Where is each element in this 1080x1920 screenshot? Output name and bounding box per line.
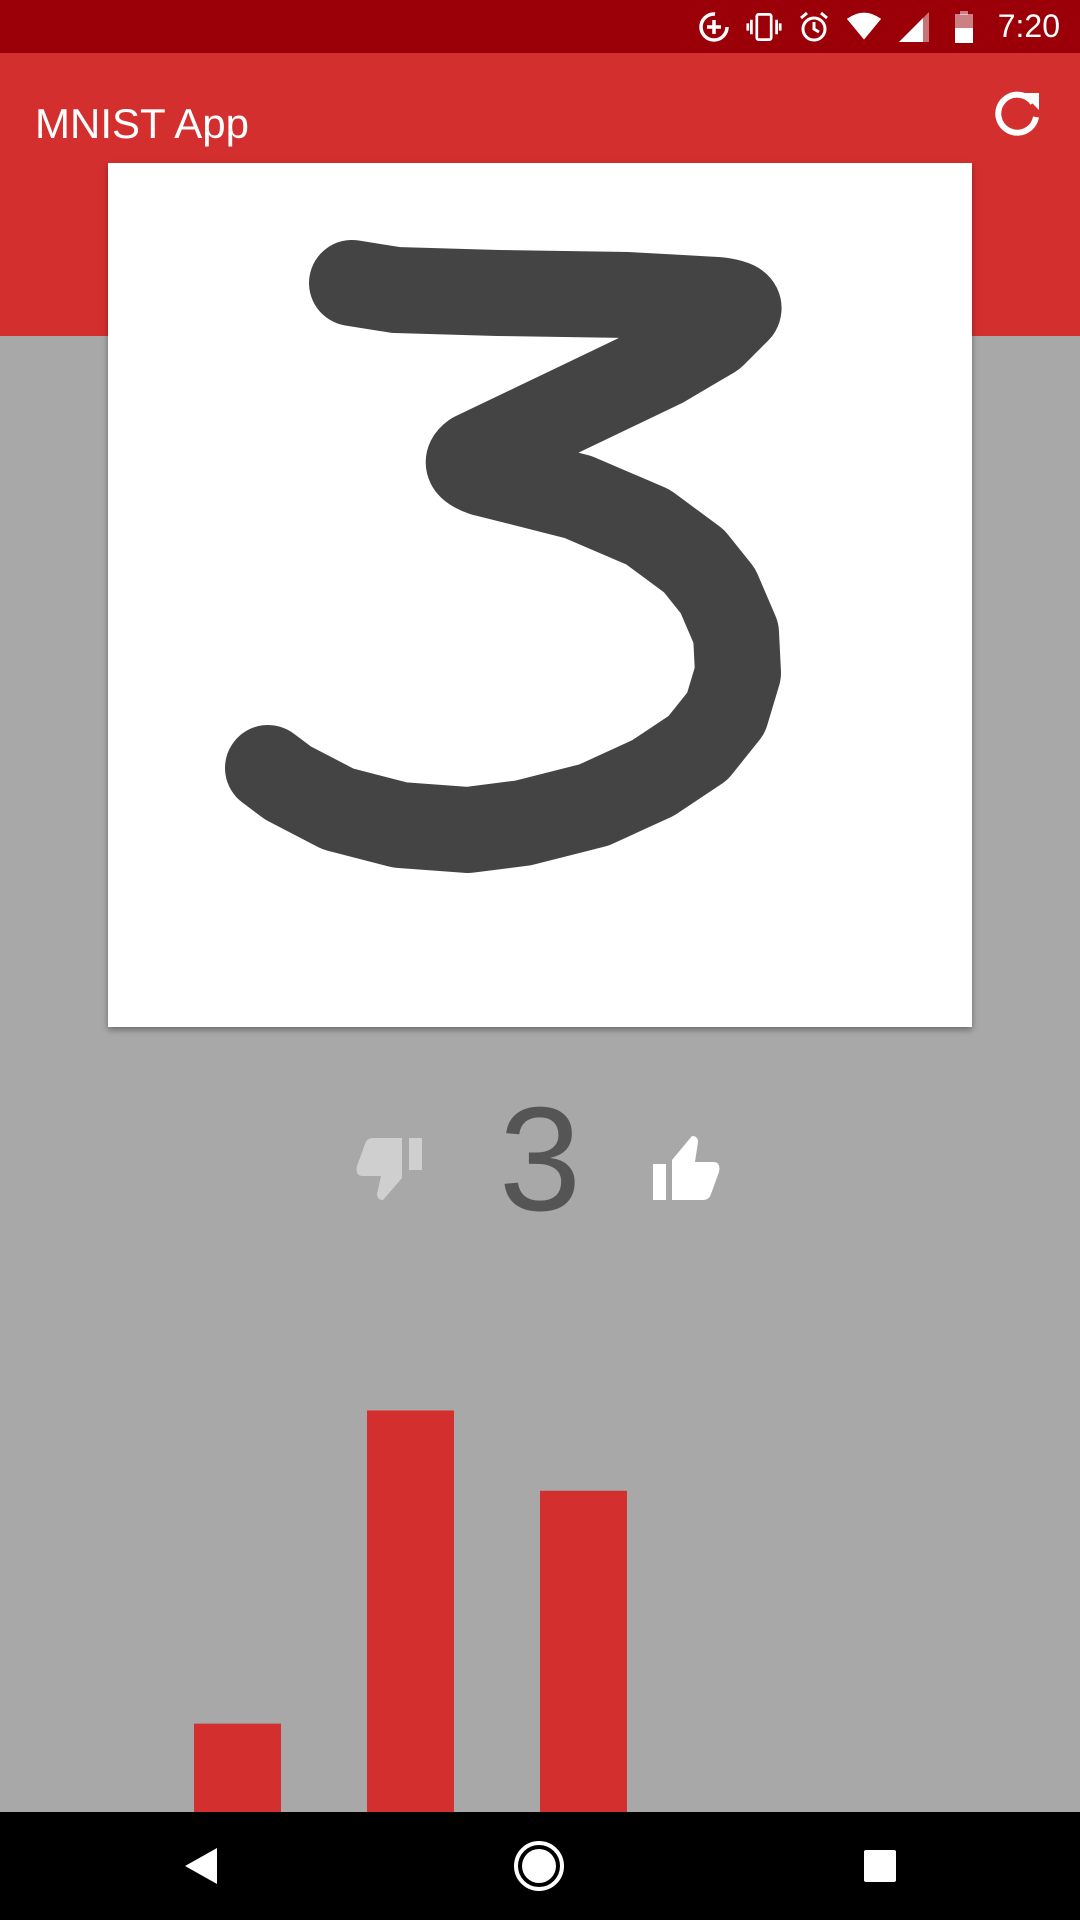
recents-icon	[864, 1850, 896, 1882]
predicted-digit: 3	[498, 1077, 582, 1242]
thumb-up-icon	[653, 1136, 720, 1200]
status-bar: 7:20	[0, 0, 1080, 53]
drawn-digit-stroke	[225, 240, 781, 873]
thumb-up-button[interactable]	[647, 1128, 727, 1208]
probability-chart	[0, 1290, 1080, 1812]
data-saver-icon	[696, 9, 732, 45]
back-icon	[185, 1848, 217, 1884]
home-button[interactable]	[509, 1836, 569, 1896]
probability-bar-1	[367, 1410, 454, 1812]
probability-bar-0	[194, 1723, 281, 1812]
thumb-down-button[interactable]	[355, 1132, 431, 1208]
recents-button[interactable]	[850, 1836, 910, 1896]
status-time: 7:20	[997, 8, 1060, 44]
cell-signal-icon	[896, 9, 932, 45]
prediction-row: 3	[0, 1077, 1080, 1242]
battery-icon	[946, 9, 982, 45]
wifi-icon	[846, 9, 882, 45]
refresh-button[interactable]	[985, 83, 1049, 147]
nav-bar	[0, 1812, 1080, 1920]
drawing-canvas[interactable]	[108, 163, 972, 1027]
back-button[interactable]	[171, 1836, 231, 1896]
home-icon	[514, 1841, 564, 1891]
refresh-icon	[995, 91, 1039, 136]
vibrate-icon	[746, 9, 782, 45]
thumb-down-icon	[356, 1138, 422, 1200]
alarm-icon	[796, 9, 832, 45]
app-title: MNIST App	[35, 100, 249, 147]
probability-bar-2	[540, 1490, 627, 1812]
